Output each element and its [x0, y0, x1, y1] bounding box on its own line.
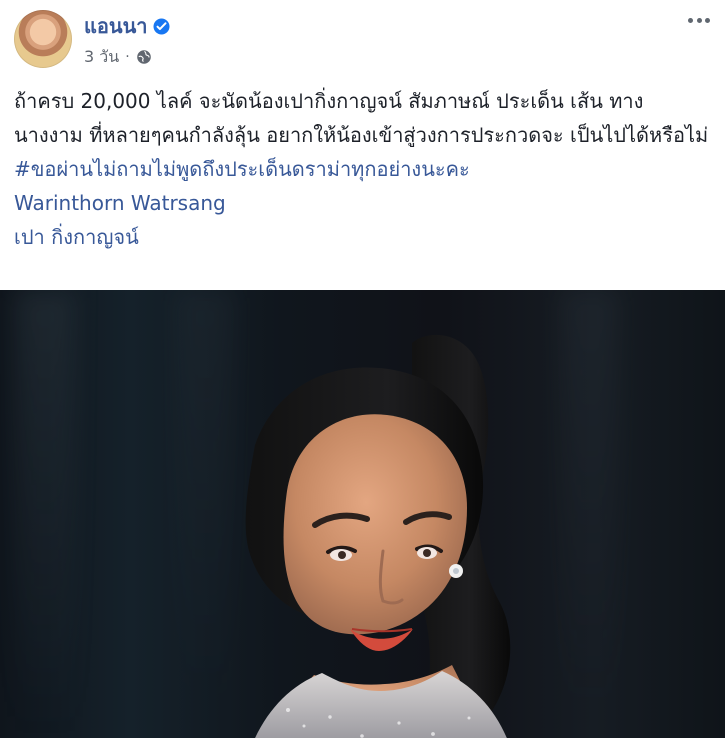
facebook-post: แอนนา 3 วัน · ถ้าครบ 20,000 ไลค์ จะนัดน้… [0, 0, 725, 738]
background-streak [15, 290, 75, 738]
post-content: ถ้าครบ 20,000 ไลค์ จะนัดน้องเปากิ่งกาญจน… [14, 84, 712, 254]
mention-pao[interactable]: เปา กิ่งกาญจน์ [14, 220, 712, 254]
more-options-icon[interactable] [688, 14, 710, 26]
author-avatar[interactable] [14, 10, 72, 68]
globe-icon [136, 49, 152, 65]
meta-separator: · [125, 49, 130, 65]
post-meta: แอนนา 3 วัน · [84, 10, 170, 66]
mention-warinthorn[interactable]: Warinthorn Watrsang [14, 186, 712, 220]
post-header: แอนนา 3 วัน · [14, 10, 170, 68]
more-options-dot [688, 17, 693, 23]
more-options-dot [696, 17, 702, 23]
hashtag-link[interactable]: #ขอผ่านไม่ถามไม่พูดถึงประเด็นดราม่าทุกอย… [14, 152, 712, 186]
verified-badge-icon [153, 18, 170, 35]
post-photo[interactable] [0, 290, 725, 738]
portrait-illustration [245, 334, 511, 738]
post-time[interactable]: 3 วัน [84, 48, 119, 66]
author-name[interactable]: แอนนา [84, 14, 147, 38]
more-options-dot [705, 17, 710, 23]
post-timestamp-row: 3 วัน · [84, 48, 170, 66]
author-row: แอนนา [84, 14, 170, 38]
post-paragraph: ถ้าครบ 20,000 ไลค์ จะนัดน้องเปากิ่งกาญจน… [14, 89, 709, 147]
